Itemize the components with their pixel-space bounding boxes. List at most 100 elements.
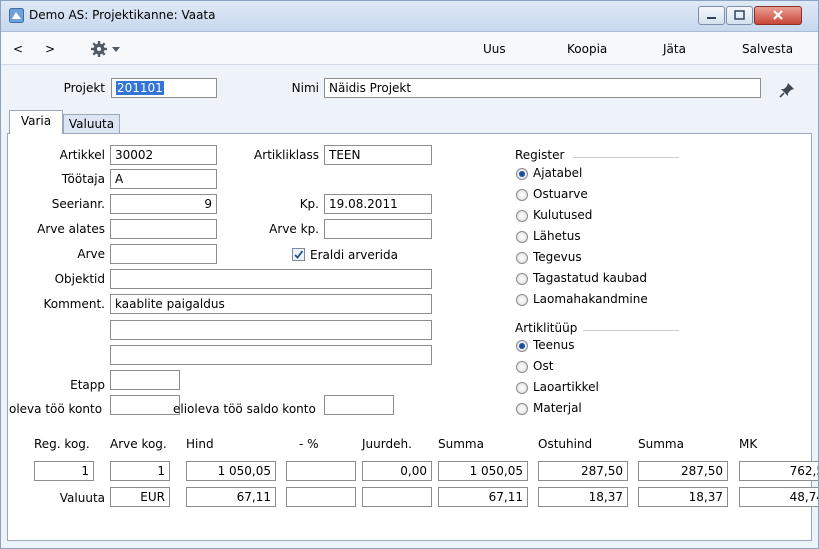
grid-cell[interactable]: 18,37 xyxy=(638,487,728,507)
grid-cell[interactable] xyxy=(286,487,356,507)
etapp-label: Etapp xyxy=(70,378,105,392)
komment-field-3[interactable] xyxy=(110,345,432,365)
grid-cell[interactable]: 1 050,05 xyxy=(438,461,528,481)
arve-alates-label: Arve alates xyxy=(37,222,105,236)
register-option-label: Ostuarve xyxy=(533,187,588,201)
artiklituup-radio-2[interactable] xyxy=(516,382,528,394)
window: Demo AS: Projektikanne: Vaata < > Uus Ko… xyxy=(0,0,819,549)
grid-cell[interactable]: 18,37 xyxy=(538,487,628,507)
maximize-button[interactable] xyxy=(726,6,753,25)
register-option-label: Ajatabel xyxy=(533,166,583,180)
grid-cell[interactable]: 1 050,05 xyxy=(186,461,276,481)
register-title: Register xyxy=(515,148,565,162)
save-button[interactable]: Salvesta xyxy=(742,42,793,56)
grid-cell[interactable]: 1 xyxy=(34,461,94,481)
name-field[interactable]: Näidis Projekt xyxy=(324,78,761,98)
etapp-field[interactable] xyxy=(110,370,180,390)
checkmark-icon xyxy=(294,250,304,259)
grid-header: Juurdeh. xyxy=(362,437,412,451)
copy-button[interactable]: Koopia xyxy=(567,42,607,56)
register-radio-3[interactable] xyxy=(516,231,528,243)
register-option-label: Laomahakandmine xyxy=(533,292,648,306)
maximize-icon xyxy=(734,10,745,20)
artiklituup-radio-1[interactable] xyxy=(516,361,528,373)
close-icon xyxy=(773,10,783,20)
arve-alates-field[interactable] xyxy=(110,219,217,239)
valuuta-row-label: Valuuta xyxy=(59,491,105,505)
artiklituup-radio-3[interactable] xyxy=(516,403,528,415)
grid-cell[interactable]: EUR xyxy=(110,487,170,507)
objektid-field[interactable] xyxy=(110,269,432,289)
artikliklass-field[interactable]: TEEN xyxy=(324,145,432,165)
grid-header: Ostuhind xyxy=(538,437,593,451)
register-option-label: Kulutused xyxy=(533,208,593,222)
minimize-button[interactable] xyxy=(698,6,725,25)
objektid-label: Objektid xyxy=(54,272,105,286)
grid-header: - % xyxy=(299,437,319,451)
eraldi-checkbox[interactable] xyxy=(292,248,305,261)
tab-varia[interactable]: Varia xyxy=(9,110,63,134)
back-button[interactable]: < xyxy=(13,42,23,56)
seerianr-label: Seerianr. xyxy=(51,197,105,211)
arve-label: Arve xyxy=(77,247,105,261)
register-radio-2[interactable] xyxy=(516,210,528,222)
artiklituup-option-label: Ost xyxy=(533,359,554,373)
artiklituup-option-label: Materjal xyxy=(533,401,582,415)
register-radio-1[interactable] xyxy=(516,189,528,201)
register-option-label: Tagastatud kaubad xyxy=(533,271,648,285)
register-radio-6[interactable] xyxy=(516,294,528,306)
seerianr-field[interactable]: 9 xyxy=(110,194,217,214)
kp-label: Kp. xyxy=(299,197,319,211)
grid-header: MK xyxy=(739,437,758,451)
pin-icon[interactable] xyxy=(779,82,795,98)
register-radio-5[interactable] xyxy=(516,273,528,285)
grid-header: Reg. kog. xyxy=(34,437,90,451)
tootaja-field[interactable]: A xyxy=(110,169,217,189)
grid-header: Summa xyxy=(638,437,684,451)
project-label: Projekt xyxy=(63,81,105,95)
artiklituup-option-label: Teenus xyxy=(533,338,575,352)
grid-cell[interactable]: 0,00 xyxy=(362,461,432,481)
saldo-konto-field[interactable] xyxy=(324,395,394,415)
grid-cell[interactable]: 67,11 xyxy=(186,487,276,507)
grid-cell[interactable]: 762,5 xyxy=(739,461,818,481)
komment-label: Komment. xyxy=(43,297,106,311)
artiklituup-divider xyxy=(583,330,679,331)
toolbar: < > Uus Koopia Jäta Salvesta xyxy=(1,32,818,65)
komment-field-1[interactable]: kaablite paigaldus xyxy=(110,294,432,314)
eraldi-label: Eraldi arverida xyxy=(310,248,398,262)
gear-icon[interactable] xyxy=(91,40,127,58)
project-field[interactable]: 201101 xyxy=(111,78,217,98)
name-label: Nimi xyxy=(291,81,319,95)
arve-kp-field[interactable] xyxy=(324,219,432,239)
grid-cell[interactable] xyxy=(286,461,356,481)
poleva-konto-field[interactable] xyxy=(110,395,180,415)
grid-header: Arve kog. xyxy=(110,437,167,451)
register-radio-0[interactable] xyxy=(516,168,528,180)
tootaja-label: Töötaja xyxy=(61,172,105,186)
register-option-label: Lähetus xyxy=(533,229,581,243)
kp-field[interactable]: 19.08.2011 xyxy=(324,194,432,214)
cancel-button[interactable]: Jäta xyxy=(663,42,686,56)
grid-cell[interactable]: 287,50 xyxy=(638,461,728,481)
new-button[interactable]: Uus xyxy=(483,42,506,56)
artikliklass-label: Artikliklass xyxy=(254,148,319,162)
register-radio-4[interactable] xyxy=(516,252,528,264)
window-title: Demo AS: Projektikanne: Vaata xyxy=(29,8,216,22)
grid-cell[interactable]: 67,11 xyxy=(438,487,528,507)
komment-field-2[interactable] xyxy=(110,320,432,340)
register-divider xyxy=(573,157,679,158)
grid-cell[interactable]: 1 xyxy=(110,461,170,481)
artikkel-field[interactable]: 30002 xyxy=(110,145,217,165)
artikkel-label: Artikkel xyxy=(59,148,105,162)
artiklituup-option-label: Laoartikkel xyxy=(533,380,599,394)
saldo-konto-label: elioleva töö saldo konto xyxy=(173,402,316,416)
tab-valuuta[interactable]: Valuuta xyxy=(63,114,120,134)
grid-cell[interactable] xyxy=(362,487,432,507)
artiklituup-radio-0[interactable] xyxy=(516,340,528,352)
grid-cell[interactable]: 287,50 xyxy=(538,461,628,481)
forward-button[interactable]: > xyxy=(45,42,55,56)
grid-cell[interactable]: 48,74 xyxy=(739,487,818,507)
close-button[interactable] xyxy=(754,6,802,25)
arve-field[interactable] xyxy=(110,244,217,264)
